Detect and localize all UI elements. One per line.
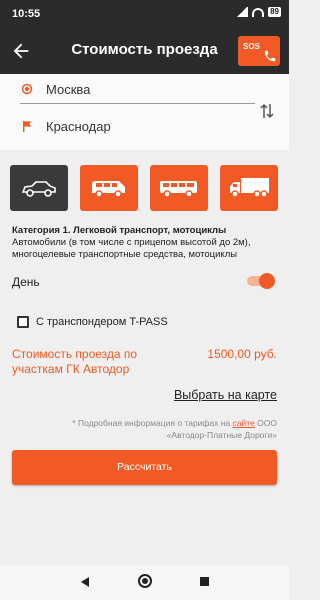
app-bar: Стоимость проезда SOS bbox=[0, 28, 289, 74]
sos-button[interactable]: SOS bbox=[238, 36, 280, 66]
status-time: 10:55 bbox=[12, 8, 41, 20]
day-toggle[interactable] bbox=[245, 273, 275, 289]
vehicle-truck-button[interactable] bbox=[220, 165, 278, 211]
category-description: Автомобили (в том числе с прицепом высот… bbox=[12, 237, 251, 260]
origin-value: Москва bbox=[46, 81, 91, 97]
nav-home-icon[interactable] bbox=[138, 574, 152, 588]
bus-icon bbox=[160, 181, 197, 198]
status-bar: 10:55 89 bbox=[0, 0, 289, 28]
note-prefix: * Подробная информация о тарифах на bbox=[72, 418, 233, 428]
vehicle-bus-button[interactable] bbox=[150, 165, 208, 211]
category-title: Категория 1. Легковой транспорт, мотоцик… bbox=[12, 225, 227, 236]
vehicle-car-button[interactable] bbox=[10, 165, 68, 211]
truck-icon bbox=[230, 178, 269, 198]
flag-icon bbox=[20, 120, 34, 132]
car-icon bbox=[21, 181, 56, 197]
phone-icon bbox=[264, 50, 276, 62]
status-icons: 89 bbox=[236, 7, 281, 17]
destination-field[interactable]: Краснодар bbox=[20, 112, 111, 140]
vehicle-category-selector bbox=[10, 165, 278, 211]
select-on-map-link[interactable]: Выбрать на карте bbox=[174, 388, 277, 402]
calculate-button[interactable]: Рассчитать bbox=[12, 450, 277, 485]
tpass-checkbox[interactable] bbox=[17, 316, 29, 328]
day-label: День bbox=[12, 275, 40, 289]
location-pin-icon bbox=[20, 83, 34, 95]
tpass-label: С транспондером T-PASS bbox=[36, 316, 168, 328]
system-nav-bar bbox=[0, 565, 289, 600]
site-link[interactable]: сайте bbox=[233, 418, 255, 428]
route-divider bbox=[20, 103, 255, 104]
route-panel: Москва Краснодар bbox=[0, 74, 289, 150]
sos-label: SOS bbox=[243, 42, 260, 51]
swap-icon[interactable] bbox=[259, 100, 275, 122]
destination-value: Краснодар bbox=[46, 118, 111, 134]
tpass-option[interactable]: С транспондером T-PASS bbox=[17, 316, 168, 328]
vehicle-minibus-button[interactable] bbox=[80, 165, 138, 211]
cost-value: 1500,00 руб. bbox=[207, 347, 277, 361]
nav-back-icon[interactable] bbox=[81, 577, 89, 587]
cost-label: Стоимость проезда по участкам ГК Автодор bbox=[12, 347, 138, 376]
battery-icon: 89 bbox=[268, 7, 281, 17]
tariff-note: * Подробная информация о тарифах на сайт… bbox=[37, 417, 277, 441]
toggle-knob bbox=[259, 273, 275, 289]
minibus-icon bbox=[92, 181, 125, 198]
signal-icon bbox=[236, 7, 249, 17]
category-info: Категория 1. Легковой транспорт, мотоцик… bbox=[12, 225, 280, 261]
wifi-icon bbox=[252, 7, 265, 17]
nav-recent-apps-icon[interactable] bbox=[200, 577, 209, 586]
origin-field[interactable]: Москва bbox=[20, 75, 90, 103]
